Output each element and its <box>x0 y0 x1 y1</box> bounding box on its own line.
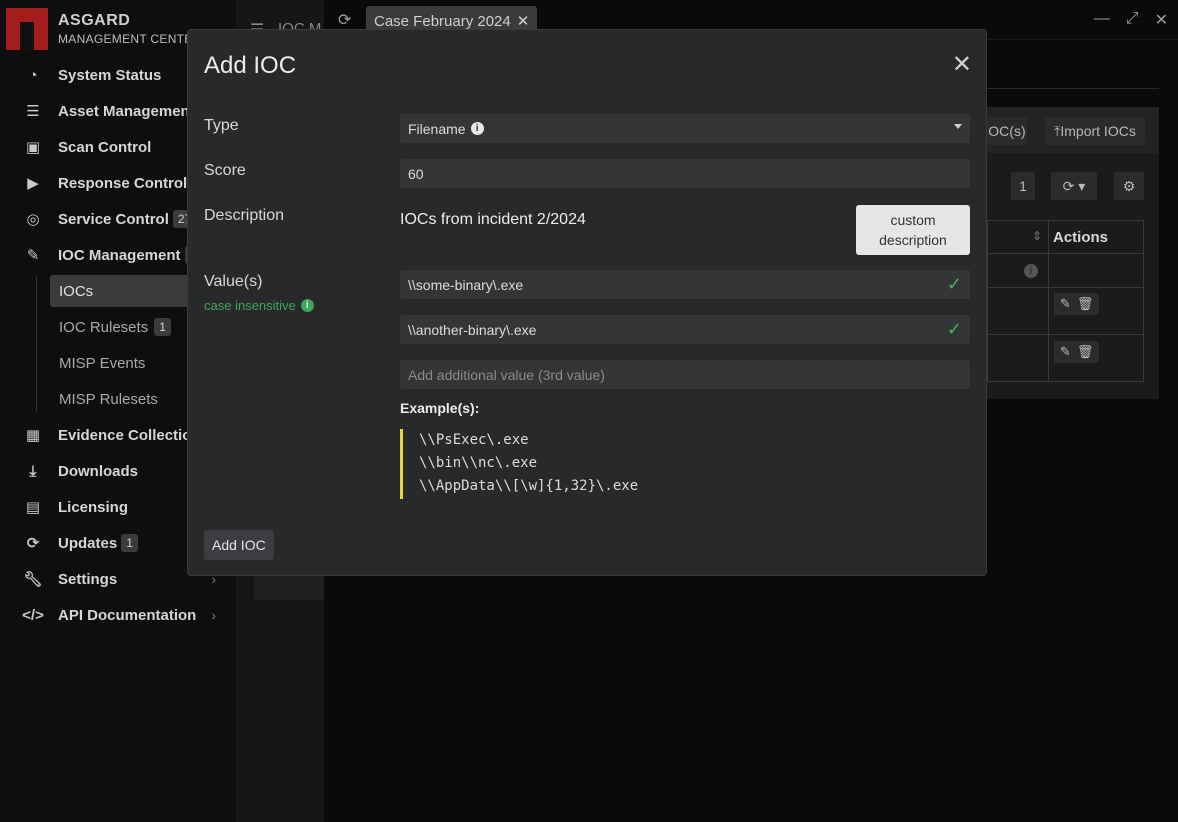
scan-icon: ▣ <box>25 139 41 156</box>
sidebar-item-label: IOC Management <box>58 246 181 264</box>
value-input-3[interactable]: Add additional value (3rd value) <box>400 360 970 389</box>
score-input[interactable]: 60 <box>400 159 970 188</box>
row-actions: ✎ 🗑︎ <box>1054 293 1100 315</box>
reload-icon[interactable]: ⟳ <box>338 10 351 30</box>
example-line: \\bin\\nc\.exe <box>419 455 538 471</box>
sidebar-subitem-label: IOC Rulesets <box>59 318 149 336</box>
close-icon[interactable]: ✕ <box>1155 10 1168 30</box>
row-divider <box>988 253 1143 254</box>
brand-subtitle: MANAGEMENT CENTER <box>58 32 202 46</box>
custom-description-button[interactable]: custom description <box>856 205 970 255</box>
example-line: \\PsExec\.exe <box>419 432 529 448</box>
code-icon: </> <box>22 606 44 624</box>
window-controls: — ⤢ ✕ <box>1094 10 1168 30</box>
ioc-table: Actions ⇕ i ✎ 🗑︎ ✎ 🗑︎ <box>987 220 1144 382</box>
sidebar-item-label: Downloads <box>58 462 139 480</box>
case-hint-text: case insensitive <box>204 298 296 313</box>
edit-icon[interactable]: ✎ <box>1060 344 1071 360</box>
row-actions: ✎ 🗑︎ <box>1054 341 1100 363</box>
close-tab-icon[interactable]: ✕ <box>517 12 530 30</box>
value-text: \\another-binary\.exe <box>408 321 537 338</box>
value-input-1[interactable]: \\some-binary\.exe ✓ <box>400 270 970 299</box>
sidebar-item-label: Licensing <box>58 498 129 516</box>
sidebar-item-label: Response Control <box>58 174 188 192</box>
description-value: IOCs from incident 2/2024 <box>400 211 586 228</box>
sidebar-item-label: API Documentation <box>58 606 197 624</box>
sidebar-item-label: Settings <box>58 570 118 588</box>
close-icon[interactable]: ✕ <box>952 50 972 79</box>
sidebar-item-label: System Status <box>58 66 162 84</box>
sidebar-item-api-documentation[interactable]: </> API Documentation › <box>20 600 230 630</box>
add-iocs-button[interactable]: IOC(s) <box>983 117 1027 145</box>
chevron-right-icon: › <box>211 607 216 623</box>
asgard-logo-icon <box>6 8 48 50</box>
server-icon: ☰ <box>26 103 40 120</box>
boxes-icon: ▦ <box>25 427 41 444</box>
count-badge: 1 <box>121 534 138 552</box>
sidebar-subitem-label: MISP Events <box>59 354 146 372</box>
case-insensitive-hint: case insensitive i <box>204 298 314 313</box>
minimize-icon[interactable]: — <box>1094 10 1110 30</box>
examples-title: Example(s): <box>400 400 480 416</box>
column-header-actions: Actions <box>1053 229 1109 246</box>
description-label: Description <box>204 207 285 224</box>
gauge-icon: ◔ <box>28 66 38 84</box>
chart-edit-icon: ✎ <box>26 247 40 264</box>
trash-icon[interactable]: 🗑︎ <box>1077 344 1094 360</box>
value-text: \\some-binary\.exe <box>408 276 524 293</box>
import-iocs-button[interactable]: ⤒ Import IOCs <box>1045 117 1145 145</box>
row-divider <box>988 334 1143 335</box>
info-icon[interactable]: i <box>300 299 314 312</box>
sidebar-subitem-label: MISP Rulesets <box>59 390 158 408</box>
sidebar-item-label: Asset Management <box>58 102 195 120</box>
type-select[interactable]: Filename i <box>400 114 970 143</box>
button-label: IOC(s) <box>984 123 1026 139</box>
checkmark-icon: ✓ <box>946 319 962 339</box>
examples-block: \\PsExec\.exe \\bin\\nc\.exe \\AppData\\… <box>400 429 700 499</box>
value-input-2[interactable]: \\another-binary\.exe ✓ <box>400 315 970 344</box>
score-label: Score <box>204 162 246 179</box>
example-line: \\AppData\\[\w]{1,32}\.exe <box>419 478 639 494</box>
page-number-button[interactable]: 1 <box>1011 172 1035 200</box>
row-divider <box>988 287 1143 288</box>
sort-icon[interactable]: ⇕ <box>1032 229 1042 243</box>
submenu-divider <box>36 276 37 412</box>
sidebar-item-label: Scan Control <box>58 138 152 156</box>
button-label: Import IOCs <box>1060 123 1136 139</box>
page-number: 1 <box>1019 178 1027 194</box>
target-icon: ◎ <box>26 211 40 228</box>
refresh-dropdown-button[interactable]: ⟳ ▾ <box>1051 172 1097 200</box>
type-selected-value: Filename <box>408 120 466 137</box>
trash-icon[interactable]: 🗑︎ <box>1077 296 1094 312</box>
add-ioc-button[interactable]: Add IOC <box>204 530 274 560</box>
id-card-icon: ▤ <box>25 499 41 516</box>
score-value: 60 <box>408 165 424 182</box>
value-placeholder: Add additional value (3rd value) <box>408 366 605 383</box>
settings-button[interactable]: ⚙ <box>1114 172 1144 200</box>
download-icon: ⤓ <box>29 462 37 480</box>
play-icon: ▶ <box>27 175 39 192</box>
caret-down-icon <box>954 124 962 129</box>
info-icon[interactable]: i <box>470 122 484 135</box>
checkmark-icon: ✓ <box>946 274 962 294</box>
add-ioc-modal: Add IOC ✕ Type Filename i Score 60 Descr… <box>187 29 987 576</box>
sync-icon: ⟳ <box>26 535 40 552</box>
info-icon[interactable]: i <box>1024 264 1038 278</box>
modal-title: Add IOC <box>204 52 297 79</box>
sidebar-item-label: Service Control <box>58 210 169 228</box>
type-label: Type <box>204 117 239 134</box>
wrench-icon: 🔧︎ <box>23 571 43 588</box>
values-label: Value(s) <box>204 273 263 290</box>
expand-icon[interactable]: ⤢ <box>1126 10 1139 30</box>
refresh-icon: ⟳ ▾ <box>1062 177 1086 194</box>
edit-icon[interactable]: ✎ <box>1060 296 1071 312</box>
sidebar-subitem-label: IOCs <box>59 282 94 300</box>
sidebar-item-label: Updates <box>58 534 118 552</box>
tab-label: Case February 2024 <box>374 12 511 30</box>
brand-name: ASGARD <box>58 12 131 29</box>
sidebar-item-label: Evidence Collection <box>58 426 201 444</box>
gear-icon: ⚙ <box>1122 177 1136 194</box>
count-badge: 1 <box>154 318 171 336</box>
